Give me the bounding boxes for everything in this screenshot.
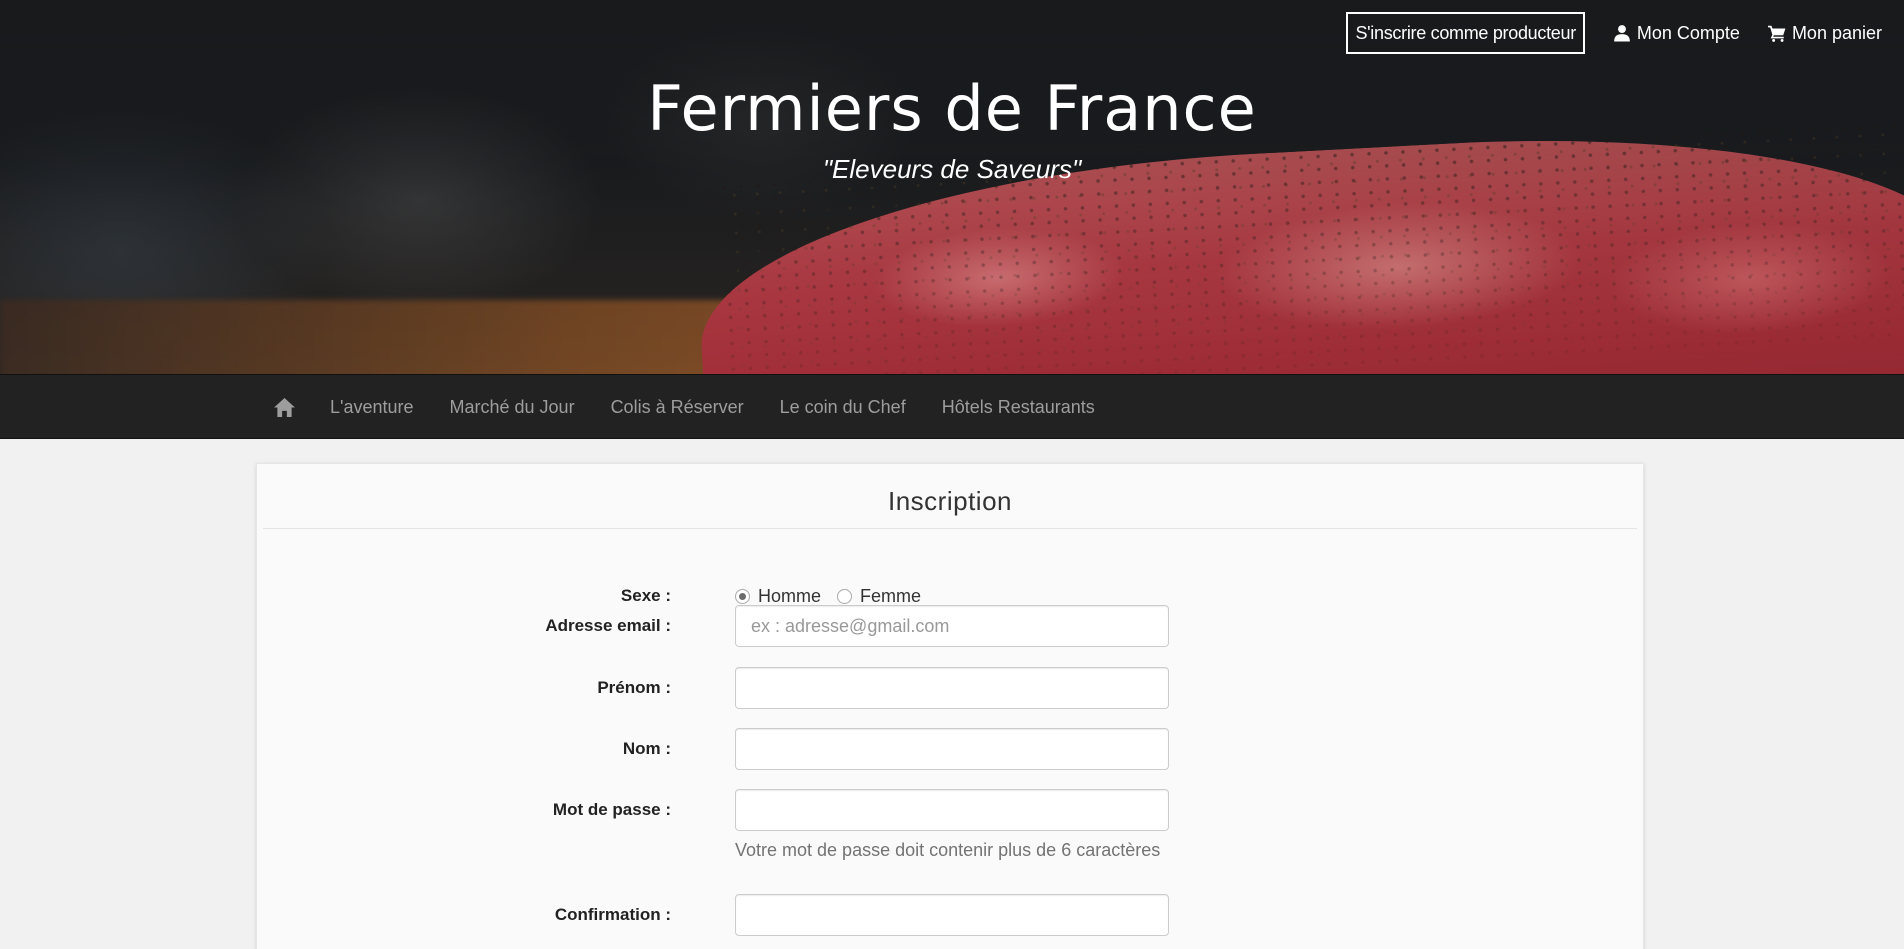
nav-item-colis-a-reserver[interactable]: Colis à Réserver <box>593 375 762 439</box>
producer-signup-button[interactable]: S'inscrire comme producteur <box>1346 12 1585 54</box>
top-actions: S'inscrire comme producteur Mon Compte M… <box>1346 12 1882 54</box>
password-label: Mot de passe : <box>552 800 671 819</box>
nav-home[interactable] <box>256 375 312 439</box>
title-divider <box>263 528 1637 529</box>
account-link-label: Mon Compte <box>1636 22 1740 43</box>
hero-banner: S'inscrire comme producteur Mon Compte M… <box>0 0 1904 374</box>
row-email: Adresse email : <box>257 605 1643 647</box>
cart-link[interactable]: Mon panier <box>1767 22 1882 44</box>
account-link[interactable]: Mon Compte <box>1613 23 1740 44</box>
confirmation-label: Confirmation : <box>554 905 671 924</box>
site-title: Fermiers de France <box>647 72 1257 145</box>
cart-link-label: Mon panier <box>1791 22 1882 43</box>
radio-homme-label[interactable]: Homme <box>758 586 821 607</box>
user-icon <box>1614 25 1630 42</box>
home-icon <box>273 397 295 417</box>
radio-homme[interactable] <box>735 588 750 604</box>
row-nom: Nom : <box>257 728 1643 770</box>
hero-overlay <box>0 0 1904 374</box>
nom-field[interactable] <box>735 728 1169 770</box>
password-field[interactable] <box>735 789 1169 831</box>
form-title: Inscription <box>888 486 1012 516</box>
confirmation-field[interactable] <box>735 894 1169 936</box>
site-tagline: "Eleveurs de Saveurs" <box>822 154 1082 184</box>
nav-item-aventure[interactable]: L'aventure <box>312 375 432 439</box>
prenom-label: Prénom : <box>597 678 671 697</box>
nom-label: Nom : <box>622 739 671 758</box>
row-password: Mot de passe : <box>257 789 1643 831</box>
row-prenom: Prénom : <box>257 667 1643 709</box>
nav-item-hotels-restaurants[interactable]: Hôtels Restaurants <box>924 375 1113 439</box>
registration-card: Inscription Sexe : Homme Femme Adresse e… <box>256 463 1644 949</box>
nav-item-marche-du-jour[interactable]: Marché du Jour <box>432 375 593 439</box>
prenom-field[interactable] <box>735 667 1169 709</box>
email-label: Adresse email : <box>545 616 671 635</box>
email-field[interactable] <box>735 605 1169 647</box>
main-navbar: L'aventure Marché du Jour Colis à Réserv… <box>0 374 1904 439</box>
nav-item-coin-du-chef[interactable]: Le coin du Chef <box>762 375 924 439</box>
password-help-text: Votre mot de passe doit contenir plus de… <box>735 840 1161 860</box>
nav-menu: L'aventure Marché du Jour Colis à Réserv… <box>256 375 1113 439</box>
radio-femme-label[interactable]: Femme <box>860 586 921 607</box>
cart-icon <box>1767 25 1786 42</box>
row-confirmation: Confirmation : <box>257 894 1643 936</box>
radio-femme[interactable] <box>837 588 853 604</box>
